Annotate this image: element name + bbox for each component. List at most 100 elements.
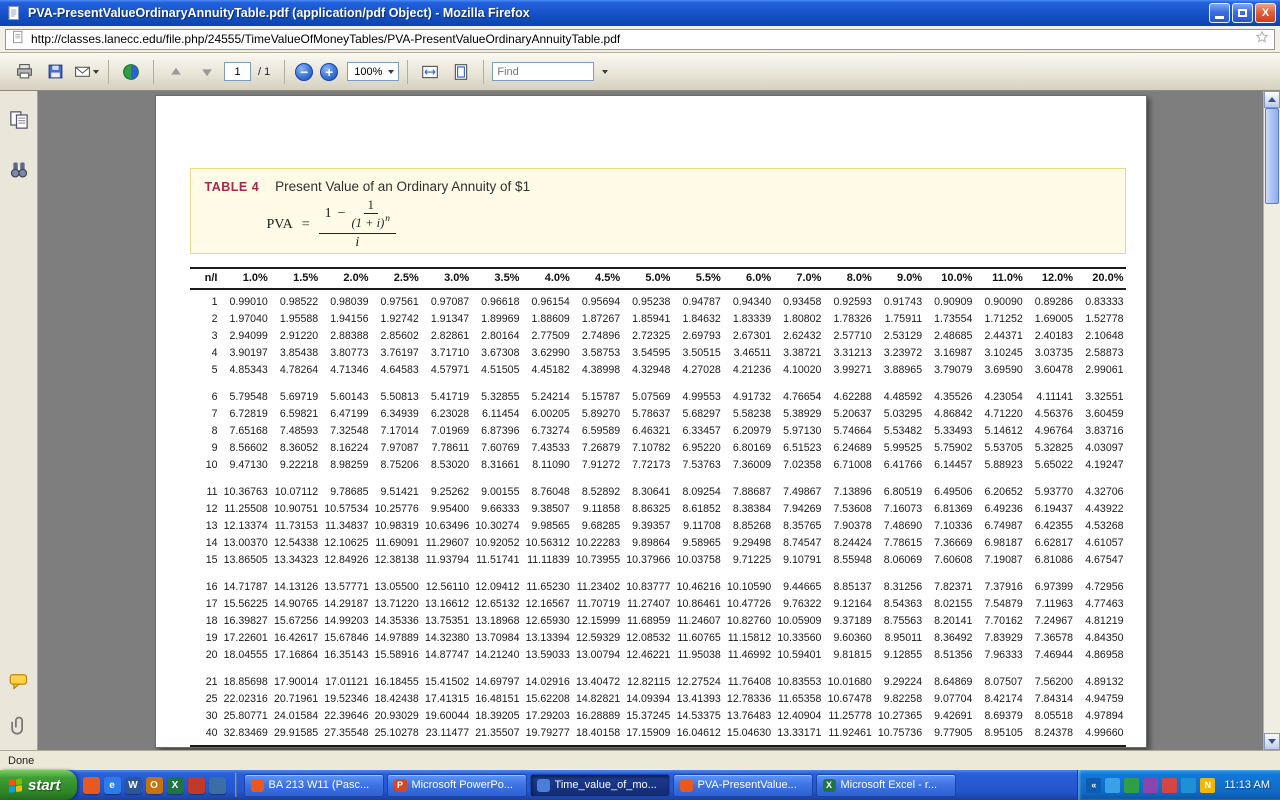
tray-display-icon[interactable]	[1105, 778, 1120, 793]
pva-value-cell: 6.34939	[370, 406, 420, 423]
table-column-header: 5.0%	[622, 268, 672, 289]
pva-value-cell: 14.09394	[622, 691, 672, 708]
table-row: 1312.1337411.7315311.3483710.9831910.634…	[190, 518, 1126, 535]
pva-value-cell: 4.85343	[220, 362, 270, 379]
tray-shield-icon[interactable]	[1124, 778, 1139, 793]
fit-width-button[interactable]	[416, 58, 444, 86]
attachments-panel-icon[interactable]	[6, 712, 32, 738]
print-button[interactable]	[10, 58, 38, 86]
taskbar-button[interactable]: BA 213 W11 (Pasc...	[244, 774, 384, 797]
firefox-icon	[251, 779, 264, 792]
comments-panel-icon[interactable]	[6, 668, 32, 694]
pva-value-cell: 17.90014	[270, 664, 320, 691]
media-player-icon[interactable]	[188, 777, 205, 794]
pva-value-cell: 8.42174	[974, 691, 1024, 708]
email-button[interactable]	[72, 58, 100, 86]
maximize-button[interactable]	[1232, 3, 1253, 23]
pva-value-cell: 10.56312	[521, 535, 571, 552]
pva-value-cell: 3.69590	[974, 362, 1024, 379]
minimize-button[interactable]	[1209, 3, 1230, 23]
pva-value-cell: 7.60769	[471, 440, 521, 457]
pva-value-cell: 3.71710	[421, 345, 471, 362]
pva-value-cell: 0.90090	[974, 289, 1024, 311]
zoom-value: 100%	[354, 66, 382, 78]
scroll-up-button[interactable]	[1264, 91, 1280, 108]
pva-value-cell: 8.61852	[672, 501, 722, 518]
taskbar-button[interactable]: Time_value_of_mo...	[530, 774, 670, 797]
find-box[interactable]	[492, 62, 594, 81]
tray-volume-icon[interactable]	[1143, 778, 1158, 793]
pva-value-cell: 9.81815	[823, 647, 873, 664]
search-panel-icon[interactable]	[6, 157, 32, 183]
next-page-button[interactable]	[193, 58, 221, 86]
hidden-icons-chevron[interactable]: «	[1086, 778, 1101, 793]
scrollbar-thumb[interactable]	[1265, 108, 1279, 204]
word-icon[interactable]: W	[125, 777, 142, 794]
pva-value-cell: 16.39827	[220, 613, 270, 630]
save-button[interactable]	[41, 58, 69, 86]
pva-value-cell: 13.70984	[471, 630, 521, 647]
pva-value-cell: 11.34837	[320, 518, 370, 535]
show-desktop-icon[interactable]	[209, 777, 226, 794]
pva-value-cell: 13.86505	[220, 552, 270, 569]
window-titlebar[interactable]: PVA-PresentValueOrdinaryAnnuityTable.pdf…	[0, 0, 1280, 26]
close-button[interactable]: X	[1255, 3, 1276, 23]
taskbar-button[interactable]: XMicrosoft Excel - r...	[816, 774, 956, 797]
picture-tasks-button[interactable]	[117, 58, 145, 86]
pva-value-cell: 8.54363	[874, 596, 924, 613]
scroll-down-button[interactable]	[1264, 733, 1280, 750]
zoom-select[interactable]: 100%	[347, 62, 399, 81]
internet-explorer-icon[interactable]: e	[104, 777, 121, 794]
pva-value-cell: 5.41719	[421, 379, 471, 406]
pva-value-cell: 9.71225	[723, 552, 773, 569]
pva-value-cell: 12.54338	[270, 535, 320, 552]
pva-value-cell: 0.96154	[521, 289, 571, 311]
start-button[interactable]: start	[0, 770, 77, 800]
pages-panel-icon[interactable]	[6, 107, 32, 133]
pdf-document-icon	[6, 5, 22, 21]
pva-value-cell: 13.34323	[270, 552, 320, 569]
bookmark-star-icon[interactable]	[1255, 30, 1269, 49]
taskbar-button[interactable]: PVA-PresentValue...	[673, 774, 813, 797]
url-input[interactable]	[31, 32, 1249, 46]
tray-alert-icon[interactable]	[1162, 778, 1177, 793]
pva-value-cell: 3.50515	[672, 345, 722, 362]
row-period: 6	[190, 379, 220, 406]
zoom-in-button[interactable]: +	[320, 63, 338, 81]
page-number-input[interactable]	[224, 62, 251, 81]
pva-value-cell: 10.90751	[270, 501, 320, 518]
table-row: 1513.8650513.3432312.8492612.3813811.937…	[190, 552, 1126, 569]
pva-value-cell: 5.65022	[1025, 457, 1075, 474]
pva-value-cell: 2.62432	[773, 328, 823, 345]
previous-page-button[interactable]	[162, 58, 190, 86]
fit-page-button[interactable]	[447, 58, 475, 86]
pva-value-cell: 5.03295	[874, 406, 924, 423]
pva-value-cell: 1.78326	[823, 311, 873, 328]
pva-value-cell: 5.14612	[974, 423, 1024, 440]
firefox-icon[interactable]	[83, 777, 100, 794]
zoom-out-button[interactable]: −	[295, 63, 313, 81]
pva-value-cell: 3.10245	[974, 345, 1024, 362]
pva-value-cell: 24.01584	[270, 708, 320, 725]
vertical-scrollbar[interactable]	[1263, 91, 1280, 750]
pva-value-cell: 4.53268	[1075, 518, 1125, 535]
outlook-icon[interactable]: O	[146, 777, 163, 794]
taskbar-button[interactable]: PMicrosoft PowerPo...	[387, 774, 527, 797]
table-row: 1816.3982715.6725614.9920314.3533613.753…	[190, 613, 1126, 630]
tray-norton-icon[interactable]: N	[1200, 778, 1215, 793]
tray-messenger-icon[interactable]	[1181, 778, 1196, 793]
pva-value-cell: 4.03097	[1075, 440, 1125, 457]
find-input[interactable]	[497, 66, 589, 78]
taskbar-divider	[235, 773, 237, 797]
row-period: 2	[190, 311, 220, 328]
pva-value-cell: 11.73153	[270, 518, 320, 535]
url-field[interactable]	[5, 29, 1275, 50]
toolbar-separator	[483, 60, 484, 84]
table-row: 1211.2550810.9075110.5753410.257769.9540…	[190, 501, 1126, 518]
pva-value-cell: 2.85602	[370, 328, 420, 345]
inner-exponent: n	[385, 214, 390, 224]
pva-value-cell: 4.21236	[723, 362, 773, 379]
pva-value-cell: 4.64583	[370, 362, 420, 379]
excel-icon[interactable]: X	[167, 777, 184, 794]
find-dropdown-button[interactable]	[597, 62, 612, 81]
